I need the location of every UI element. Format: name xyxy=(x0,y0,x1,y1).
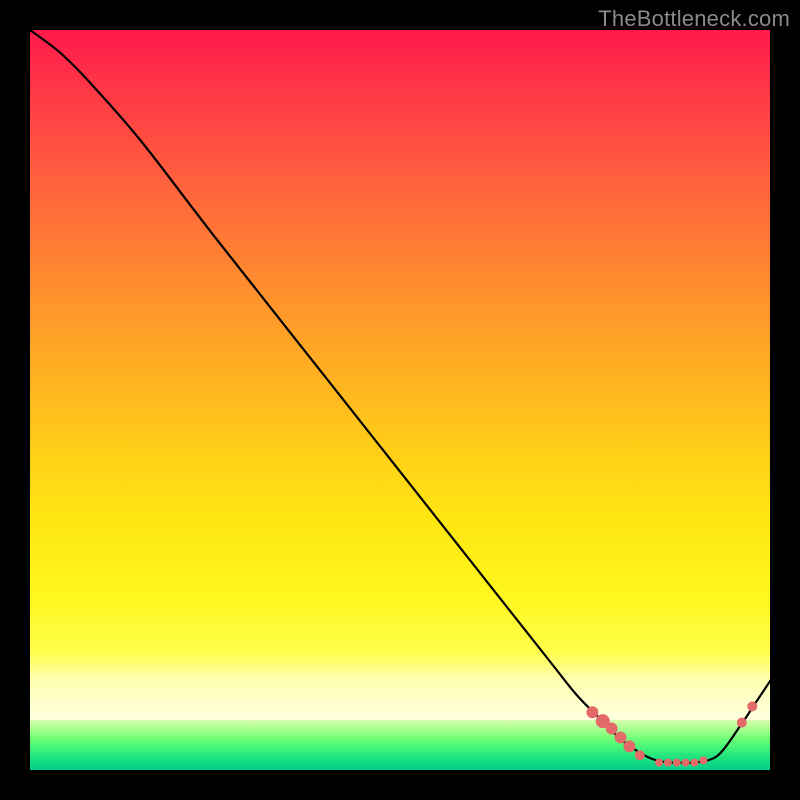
marker-dot xyxy=(623,740,635,752)
marker-dot xyxy=(691,759,699,767)
bottleneck-curve-line xyxy=(30,30,770,763)
marker-dots xyxy=(586,701,757,766)
watermark-label: TheBottleneck.com xyxy=(598,6,790,32)
chart-frame: TheBottleneck.com xyxy=(0,0,800,800)
marker-dot xyxy=(615,731,627,743)
marker-dot xyxy=(664,759,672,767)
marker-dot xyxy=(673,759,681,767)
marker-dot xyxy=(606,723,618,735)
marker-dot xyxy=(737,718,747,728)
marker-dot xyxy=(586,706,598,718)
marker-dot xyxy=(747,701,757,711)
marker-dot xyxy=(699,756,707,764)
marker-dot xyxy=(682,759,690,767)
marker-dot xyxy=(635,750,645,760)
bottleneck-curve-svg xyxy=(30,30,770,770)
plot-area xyxy=(30,30,770,770)
marker-dot xyxy=(655,759,663,767)
